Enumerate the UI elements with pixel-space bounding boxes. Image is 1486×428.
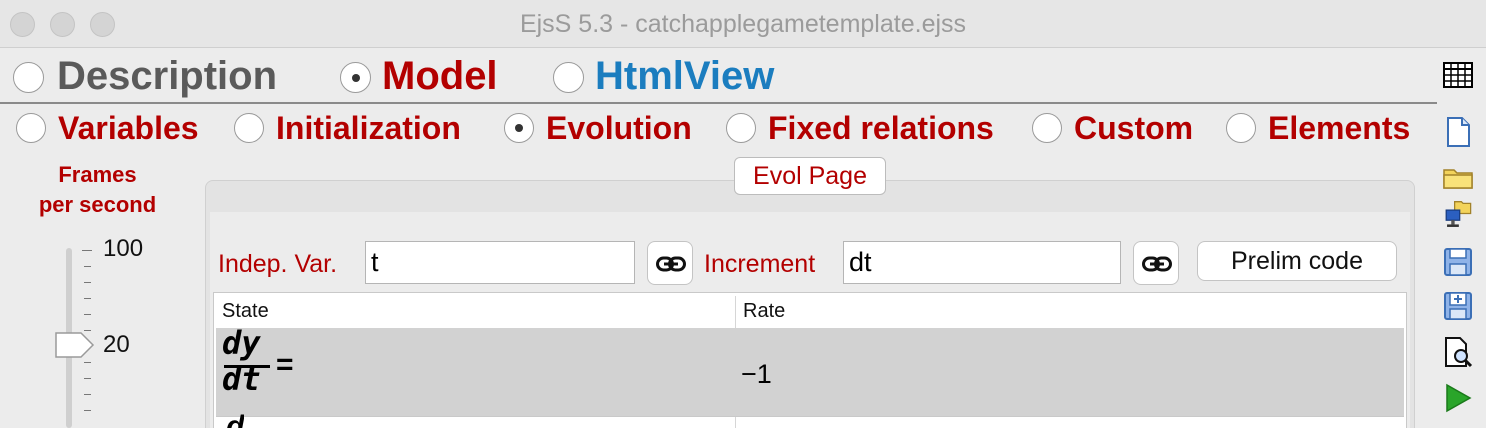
fps-label-line2: per second [38, 192, 157, 217]
derivative-denominator: dt [222, 360, 261, 398]
search-document-icon[interactable] [1442, 336, 1474, 368]
fps-label-line1: Frames [58, 162, 137, 187]
link-icon [1142, 256, 1172, 272]
equals-sign: = [276, 348, 294, 381]
title-bar: EjsS 5.3 - catchapplegametemplate.ejss [0, 0, 1486, 48]
increment-label: Increment [704, 250, 816, 278]
prelim-code-button[interactable]: Prelim code [1197, 241, 1397, 281]
open-folder-icon[interactable] [1442, 162, 1474, 194]
htmlview-radio[interactable] [553, 62, 584, 93]
elements-radio[interactable] [1226, 113, 1256, 143]
custom-radio[interactable] [1032, 113, 1062, 143]
tab-model[interactable]: Model [382, 52, 498, 100]
table-icon[interactable] [1443, 62, 1473, 88]
tab-description[interactable]: Description [57, 52, 277, 100]
tab-htmlview[interactable]: HtmlView [595, 52, 774, 100]
indep-var-label: Indep. Var. [218, 250, 338, 278]
column-header-state[interactable]: State [222, 298, 269, 324]
fps-tick-label-20: 20 [103, 331, 130, 358]
slider-tick [82, 250, 92, 251]
open-remote-icon[interactable] [1442, 200, 1474, 232]
subtab-variables[interactable]: Variables [58, 108, 199, 148]
increment-field[interactable]: dt [843, 241, 1121, 284]
subtab-elements[interactable]: Elements [1268, 108, 1410, 148]
save-as-icon[interactable] [1442, 290, 1474, 322]
model-radio[interactable] [340, 62, 371, 93]
slider-tick [84, 394, 91, 395]
evolution-radio[interactable] [504, 113, 534, 143]
save-icon[interactable] [1442, 246, 1474, 278]
slider-tick [84, 378, 91, 379]
slider-tick [84, 298, 91, 299]
column-header-rate[interactable]: Rate [743, 298, 785, 324]
radio-selected-dot [351, 73, 360, 82]
window-title: EjsS 5.3 - catchapplegametemplate.ejss [519, 10, 967, 38]
description-radio[interactable] [13, 62, 44, 93]
table-row-selected[interactable] [216, 328, 1404, 416]
slider-tick [84, 282, 91, 283]
row-divider [216, 416, 1404, 417]
derivative-numerator: dy [222, 324, 261, 362]
subtab-fixed-relations[interactable]: Fixed relations [768, 108, 994, 148]
subtab-evolution[interactable]: Evolution [546, 108, 692, 148]
new-file-icon[interactable] [1442, 116, 1474, 148]
fps-slider-thumb[interactable] [53, 330, 95, 360]
fps-tick-label-100: 100 [103, 235, 144, 262]
tab-separator [0, 102, 1437, 104]
radio-selected-dot [515, 124, 523, 132]
subtab-custom[interactable]: Custom [1074, 108, 1193, 148]
state-derivative-cell-row2[interactable]: d [226, 412, 244, 428]
subtab-initialization[interactable]: Initialization [276, 108, 461, 148]
slider-tick [84, 362, 91, 363]
slider-tick [84, 314, 91, 315]
indep-var-field[interactable]: t [365, 241, 635, 284]
rate-cell[interactable]: −1 [741, 357, 772, 391]
link-icon [656, 256, 686, 272]
run-icon[interactable] [1442, 382, 1474, 414]
slider-tick [84, 266, 91, 267]
increment-link-button[interactable] [1133, 241, 1179, 285]
evol-page-tab[interactable]: Evol Page [734, 157, 886, 195]
indep-var-link-button[interactable] [647, 241, 693, 285]
slider-tick [84, 410, 91, 411]
variables-radio[interactable] [16, 113, 46, 143]
state-derivative-cell[interactable]: dy dt = [222, 326, 302, 398]
initialization-radio[interactable] [234, 113, 264, 143]
fixed-relations-radio[interactable] [726, 113, 756, 143]
